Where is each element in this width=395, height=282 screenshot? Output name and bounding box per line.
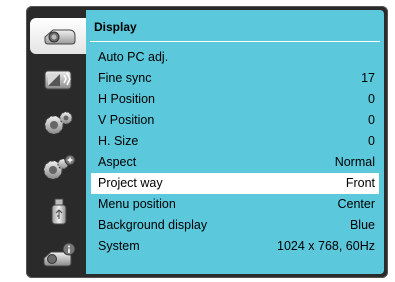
menu-item-background-display[interactable]: Background display Blue (91, 215, 379, 236)
expanded-setting-icon (43, 154, 76, 180)
menu-item-value: Center (337, 197, 375, 211)
information-icon (43, 242, 76, 267)
menu-item-value: 0 (368, 92, 375, 106)
menu-title: Display (94, 20, 137, 34)
menu-item-h-size[interactable]: H. Size 0 (91, 131, 379, 152)
menu-item-v-position[interactable]: V Position 0 (91, 110, 379, 131)
sidebar-item-usb-memory[interactable] (34, 194, 84, 230)
menu-item-value: 0 (368, 134, 375, 148)
menu-item-value: Blue (349, 218, 375, 232)
menu-item-label: Auto PC adj. (98, 50, 169, 64)
menu-item-label: Aspect (98, 155, 137, 169)
menu-item-label: H Position (98, 92, 155, 106)
usb-memory-icon (51, 198, 67, 225)
menu-item-value: 0 (368, 113, 375, 127)
menu-item-value: 17 (361, 71, 375, 85)
menu-item-menu-position[interactable]: Menu position Center (91, 194, 379, 215)
menu-item-auto-pc-adj[interactable]: Auto PC adj. (91, 47, 379, 68)
menu-item-label: V Position (98, 113, 155, 127)
menu-item-fine-sync[interactable]: Fine sync 17 (91, 68, 379, 89)
sidebar-item-setting[interactable] (34, 106, 84, 142)
menu-item-label: Menu position (98, 197, 176, 211)
menu-item-label: Fine sync (98, 71, 152, 85)
menu-item-h-position[interactable]: H Position 0 (91, 89, 379, 110)
menu-item-system[interactable]: System 1024 x 768, 60Hz (91, 236, 379, 257)
sidebar-item-image-adjust[interactable] (34, 62, 84, 98)
sidebar-item-display[interactable] (30, 18, 90, 54)
display-icon (44, 29, 76, 45)
menu-item-aspect[interactable]: Aspect Normal (91, 152, 379, 173)
menu-item-value: Front (345, 176, 375, 190)
menu-item-value: 1024 x 768, 60Hz (277, 239, 375, 253)
menu-item-label: Project way (98, 176, 163, 190)
menu-item-project-way[interactable]: Project way Front (91, 173, 379, 194)
menu-item-label: Background display (98, 218, 208, 232)
menu-sidebar (30, 10, 90, 274)
projector-osd-menu: Display Auto PC adj. Fine sync 17 H Posi… (26, 6, 388, 278)
sidebar-item-information[interactable] (34, 238, 84, 274)
setting-gear-icon (44, 111, 73, 135)
sidebar-item-expanded-setting[interactable] (34, 150, 84, 186)
menu-item-label: System (98, 239, 140, 253)
menu-item-label: H. Size (98, 134, 139, 148)
display-menu-panel: Display Auto PC adj. Fine sync 17 H Posi… (86, 10, 384, 274)
title-divider (90, 41, 380, 42)
menu-item-list: Auto PC adj. Fine sync 17 H Position 0 V… (86, 47, 384, 257)
menu-item-value: Normal (334, 155, 375, 169)
image-adjust-icon (44, 70, 72, 90)
